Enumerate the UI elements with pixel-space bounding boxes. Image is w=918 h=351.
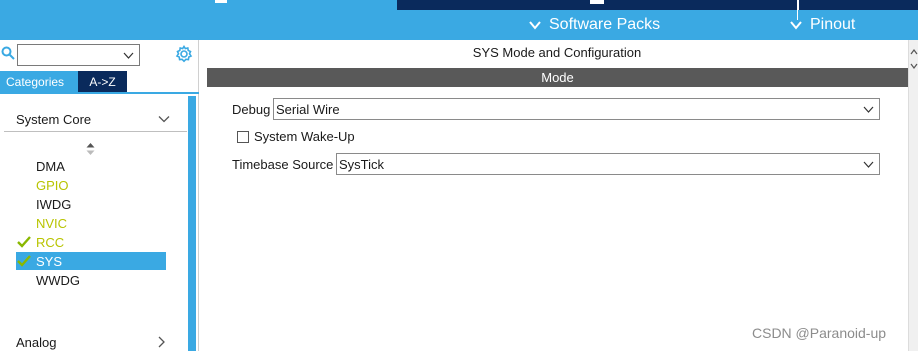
search-row (0, 42, 199, 66)
category-label: Analog (16, 334, 57, 350)
categories-panel: Categories A->Z System Core DMA GPIO IWD… (0, 40, 199, 351)
list-item-dma[interactable]: DMA (16, 157, 166, 175)
category-divider (4, 131, 187, 132)
system-wakeup-checkbox[interactable] (237, 131, 249, 143)
category-tabs: Categories A->Z (0, 71, 127, 92)
tab-a-z[interactable]: A->Z (78, 71, 127, 92)
timebase-source-select[interactable]: SysTick (336, 153, 880, 175)
top-menu-strip (0, 0, 918, 10)
page-title: SYS Mode and Configuration (472, 45, 642, 60)
top-strip-navy-section (397, 0, 918, 10)
list-item-rcc[interactable]: RCC (16, 233, 166, 251)
toolbar: Software Packs Pinout (0, 10, 918, 40)
list-item-iwdg[interactable]: IWDG (16, 195, 166, 213)
check-icon (17, 236, 31, 248)
chevron-up-icon[interactable] (910, 48, 918, 56)
item-label: SYS (36, 253, 63, 269)
search-combobox[interactable] (17, 44, 140, 66)
timebase-source-value: SysTick (339, 156, 385, 172)
top-strip-separator (797, 0, 799, 10)
check-icon (17, 255, 31, 267)
software-packs-label: Software Packs (549, 16, 661, 33)
item-label: WWDG (36, 272, 81, 288)
pinout-menu[interactable]: Pinout (789, 10, 855, 40)
item-label: NVIC (36, 215, 68, 231)
item-label: RCC (36, 234, 65, 250)
gear-icon[interactable] (175, 45, 193, 63)
configuration-panel: SYS Mode and Configuration Mode Debug Se… (206, 40, 908, 351)
top-strip-tab-fragment (215, 0, 227, 3)
categories-scrollbar[interactable] (188, 96, 196, 351)
debug-label: Debug (232, 101, 271, 117)
chevron-down-icon (863, 161, 874, 168)
debug-select[interactable]: Serial Wire (273, 98, 880, 120)
chevron-right-icon (158, 336, 165, 348)
chevron-down-icon[interactable] (910, 62, 918, 70)
software-packs-menu[interactable]: Software Packs (528, 10, 660, 40)
item-label: IWDG (36, 196, 72, 212)
top-strip-tab-fragment-2 (590, 0, 604, 4)
item-label: DMA (36, 158, 65, 174)
list-item-sys[interactable]: SYS (16, 252, 166, 270)
list-item-gpio[interactable]: GPIO (16, 176, 166, 194)
watermark: CSDN @Paranoid-up (752, 325, 887, 341)
list-item-nvic[interactable]: NVIC (16, 214, 166, 232)
item-label: GPIO (36, 177, 69, 193)
chevron-down-icon (863, 106, 874, 113)
mode-section-header[interactable]: Mode (207, 68, 908, 87)
pinout-label: Pinout (810, 16, 856, 33)
chevron-down-icon (790, 21, 802, 30)
tab-categories[interactable]: Categories (0, 71, 78, 92)
system-wakeup-label: System Wake-Up (254, 129, 355, 144)
chevron-down-icon (158, 116, 170, 123)
sort-icon[interactable] (86, 143, 95, 155)
list-item-wwdg[interactable]: WWDG (16, 271, 166, 289)
right-scroll-strip[interactable] (908, 40, 918, 351)
chevron-down-icon (529, 21, 541, 30)
search-icon[interactable] (1, 46, 15, 60)
category-system-core[interactable]: System Core (16, 110, 170, 128)
debug-value: Serial Wire (276, 101, 340, 117)
timebase-source-label: Timebase Source (232, 156, 334, 172)
chevron-down-icon (123, 52, 134, 59)
category-analog[interactable]: Analog (16, 333, 166, 351)
category-label: System Core (16, 111, 92, 127)
tab-underline (0, 92, 199, 94)
